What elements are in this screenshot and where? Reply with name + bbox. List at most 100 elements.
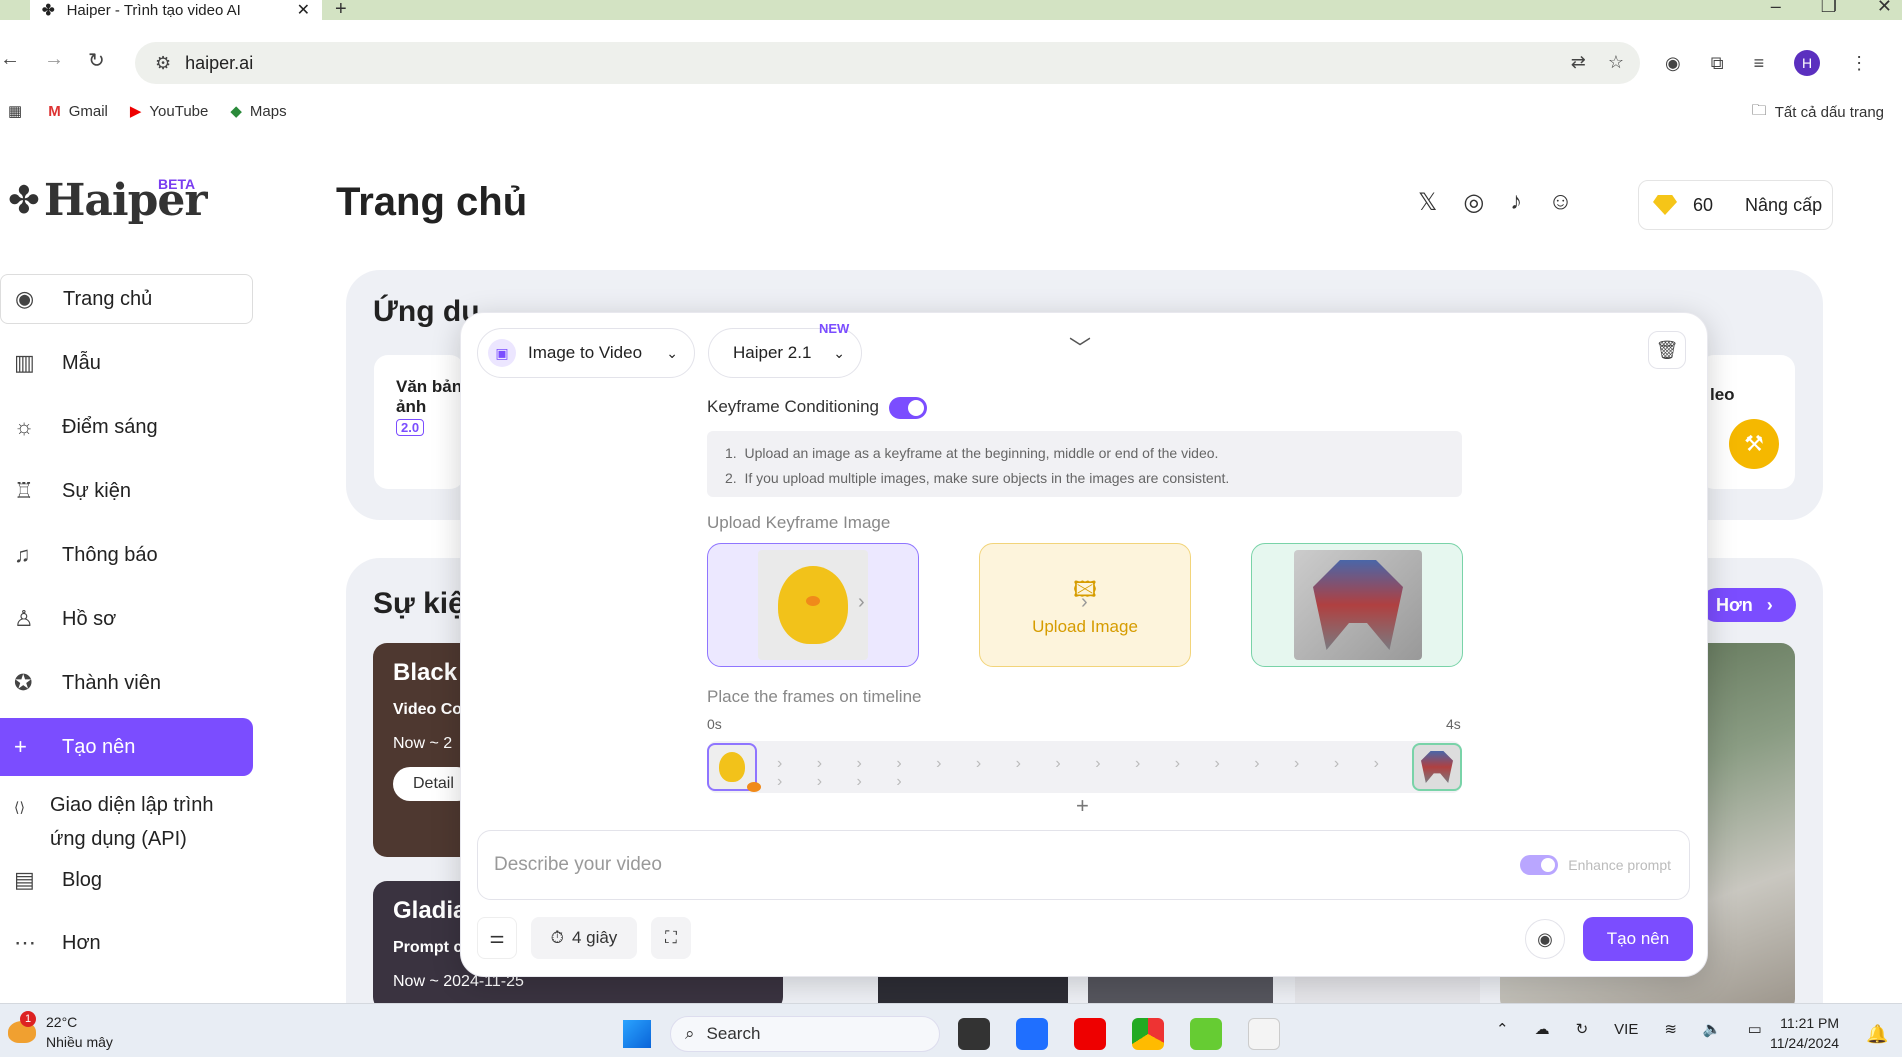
keyframe-toggle[interactable] (889, 397, 927, 419)
sidebar-item-membership[interactable]: ✪ Thành viên (0, 658, 253, 708)
sidebar-item-events[interactable]: ♖ Sự kiện (0, 466, 253, 516)
camera-icon[interactable]: ◉ (1665, 53, 1681, 74)
site-info-icon[interactable]: ⚙ (155, 53, 171, 74)
youtube-icon[interactable] (1074, 1018, 1106, 1050)
tiktok-icon[interactable]: ♪ (1510, 188, 1522, 217)
instagram-icon[interactable]: ◎ (1463, 188, 1484, 217)
media-icon[interactable]: ≡ (1754, 53, 1765, 74)
back-icon[interactable]: ← (0, 48, 20, 73)
aspect-ratio-icon[interactable]: ⛶ (651, 917, 691, 959)
badge-icon: ✪ (14, 670, 33, 695)
haiper-favicon-icon: ✤ (42, 2, 55, 19)
sidebar-item-more[interactable]: ⋯ Hơn (0, 918, 253, 968)
sidebar-item-highlights[interactable]: ☼ Điểm sáng (0, 402, 253, 452)
notification-bell-icon[interactable]: 🔔 (1866, 1024, 1888, 1045)
upgrade-button[interactable]: Nâng cấp (1745, 195, 1822, 216)
close-window-icon[interactable]: ✕ (1877, 0, 1892, 17)
zalo-icon[interactable] (1016, 1018, 1048, 1050)
chevron-down-icon: ⌄ (666, 344, 678, 361)
upload-label: Upload Keyframe Image (707, 513, 891, 532)
compass-icon: ◉ (15, 286, 35, 311)
mode-select[interactable]: ▣ Image to Video ⌄ (477, 328, 695, 378)
bookmark-star-icon[interactable]: ☆ (1608, 52, 1624, 73)
profile-avatar[interactable]: H (1794, 50, 1821, 76)
clock[interactable]: 11:21 PM 11/24/2024 (1770, 1013, 1839, 1053)
translate-icon[interactable]: ⇄ (1571, 52, 1586, 73)
social-links: 𝕏 ◎ ♪ ☺ (1418, 188, 1573, 217)
keyframe-slot-start[interactable] (707, 543, 919, 667)
wifi-icon[interactable]: ≋ (1664, 1020, 1677, 1038)
coccoc-icon[interactable] (1190, 1018, 1222, 1050)
sidebar-item-notifications[interactable]: ♫ Thông báo (0, 530, 253, 580)
create-video-dialog: ▣ Image to Video ⌄ Haiper 2.1 ⌄ NEW ﹀ 🗑 … (460, 312, 1708, 977)
add-frame-icon[interactable]: + (1076, 793, 1089, 819)
timeline-start: 0s (707, 716, 722, 732)
windows-start-icon[interactable] (623, 1020, 651, 1048)
lightbulb-icon: ☼ (14, 414, 35, 439)
language-indicator[interactable]: VIE (1614, 1021, 1638, 1038)
create-button[interactable]: Tạo nên (1583, 917, 1693, 961)
trash-icon[interactable]: 🗑 (1648, 331, 1686, 369)
menu-icon[interactable]: ⋮ (1850, 53, 1868, 74)
timeline-track[interactable]: › › › › › › › › › › › › › › › › › › › › … (707, 741, 1462, 793)
chevron-right-icon: › (1766, 594, 1773, 615)
enhance-prompt-toggle[interactable]: Enhance prompt (1520, 855, 1671, 875)
sidebar-item-api[interactable]: ⟨⟩ Giao diện lập trình ứng dụng (API) (0, 780, 253, 860)
more-events-button[interactable]: Hơn › (1700, 588, 1796, 622)
sidebar-item-home[interactable]: ◉ Trang chủ (0, 274, 253, 324)
timeline-end: 4s (1446, 716, 1461, 732)
discord-icon[interactable]: ☺ (1548, 188, 1573, 217)
all-bookmarks[interactable]: 🗀 Tất cả dấu trang (1752, 100, 1884, 125)
close-tab-icon[interactable]: ✕ (297, 0, 310, 20)
timeline-frame[interactable] (707, 743, 761, 792)
bookmark-gmail[interactable]: M Gmail (48, 103, 108, 120)
system-tray: ⌃ ☁ ↻ VIE ≋ 🔈 ▭ (1496, 1020, 1762, 1039)
app-card-text-image[interactable]: Văn bản ảnh 2.0 (374, 355, 464, 489)
timeline-frame[interactable] (1412, 743, 1462, 791)
sidebar-item-create[interactable]: + Tạo nên (0, 718, 253, 776)
reload-icon[interactable]: ↻ (88, 48, 105, 73)
restore-icon[interactable]: ❐ (1821, 0, 1837, 17)
minimize-icon[interactable]: – (1771, 0, 1781, 17)
eye-icon[interactable]: ◉ (1525, 919, 1565, 959)
onedrive-icon[interactable]: ☁ (1535, 1020, 1550, 1038)
api-icon: ⟨⟩ (14, 799, 25, 815)
new-badge: NEW (819, 321, 850, 336)
credits-box[interactable]: 60 Nâng cấp (1638, 180, 1833, 230)
chick-image (758, 550, 868, 660)
snipping-tool-icon[interactable] (1248, 1018, 1280, 1050)
chrome-icon[interactable] (1132, 1018, 1164, 1050)
bookmark-youtube[interactable]: ▶ YouTube (130, 102, 209, 121)
address-bar[interactable]: ⚙ haiper.ai ⇄ ☆ (135, 42, 1640, 84)
apps-grid-icon[interactable]: ▦ (8, 102, 22, 120)
file-explorer-icon[interactable] (958, 1018, 990, 1050)
taskbar-search[interactable]: ⌕ Search (670, 1016, 940, 1052)
sidebar-item-templates[interactable]: ▥ Mẫu (0, 338, 253, 388)
sliders-icon[interactable]: ⚌ (477, 917, 517, 959)
volume-icon[interactable]: 🔈 (1703, 1020, 1722, 1038)
hammer-icon[interactable]: ⚒ (1729, 419, 1779, 469)
battery-icon[interactable]: ▭ (1748, 1020, 1762, 1038)
bookmarks-bar: ▦ M Gmail ▶ YouTube ◆ Maps 🗀 Tất cả dấu tran… (0, 96, 1902, 126)
sync-icon[interactable]: ↻ (1576, 1020, 1589, 1038)
sidebar-item-profile[interactable]: ♙ Hồ sơ (0, 594, 253, 644)
timeline-ticks: › › › › › › › › › › › › › › › › › › › › … (777, 755, 1434, 790)
browser-tab[interactable]: ✤ Haiper - Trình tạo video AI ✕ (30, 0, 322, 20)
sidebar-item-blog[interactable]: ▤ Blog (0, 855, 253, 905)
new-tab-button[interactable]: + (335, 0, 347, 21)
forward-icon[interactable]: → (44, 48, 64, 73)
keyframe-slot-end[interactable] (1251, 543, 1463, 667)
chevron-up-icon[interactable]: ⌃ (1496, 1020, 1509, 1038)
weather-widget[interactable]: 1 22°C Nhiều mây (8, 1011, 113, 1052)
collapse-chevron-icon[interactable]: ﹀ (1069, 331, 1091, 363)
weather-icon: 1 (8, 1011, 36, 1043)
bookmark-maps[interactable]: ◆ Maps (230, 102, 286, 121)
prompt-input[interactable]: Describe your video Enhance prompt (477, 830, 1690, 900)
tab-title: Haiper - Trình tạo video AI (66, 1, 241, 19)
url-text: haiper.ai (185, 52, 254, 73)
x-icon[interactable]: 𝕏 (1418, 188, 1437, 217)
extensions-icon[interactable]: ⧉ (1711, 53, 1724, 74)
navigation-buttons: ← → ↻ (0, 48, 105, 73)
duration-button[interactable]: ⏱ 4 giây (531, 917, 637, 959)
version-badge: 2.0 (396, 419, 425, 436)
